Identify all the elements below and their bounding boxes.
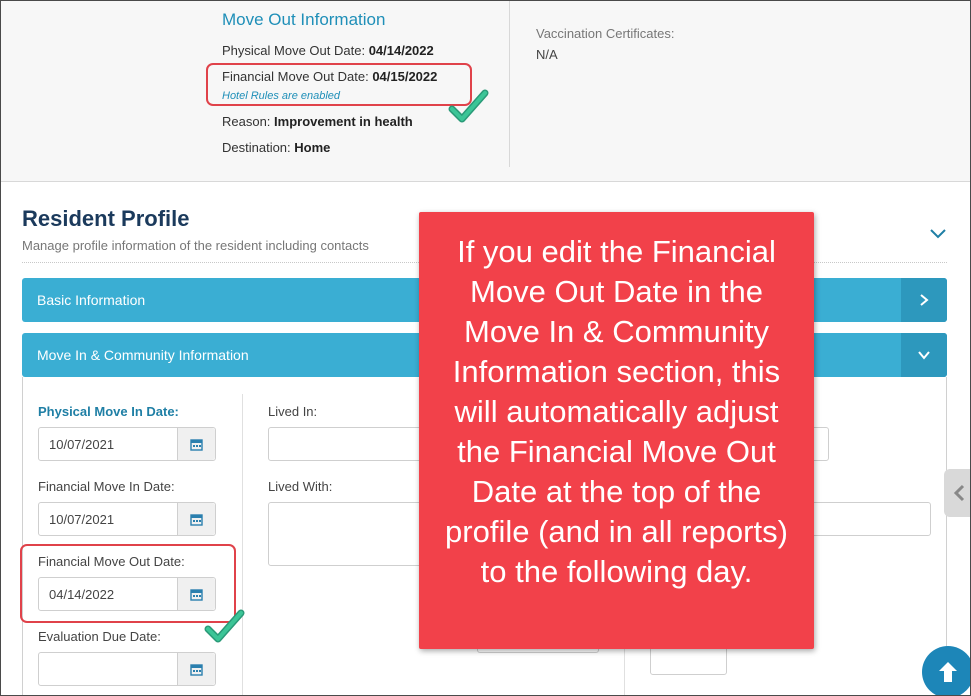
physical-move-out-label: Physical Move Out Date: (222, 43, 366, 58)
financial-move-in-input[interactable]: 10/07/2021 (38, 502, 216, 536)
side-panel-toggle[interactable] (944, 469, 970, 517)
chevron-left-icon (953, 484, 965, 502)
move-in-community-label: Move In & Community Information (37, 347, 249, 363)
financial-move-in-label: Financial Move In Date: (38, 479, 175, 494)
checkmark-icon (448, 89, 489, 123)
scroll-to-top-button[interactable] (922, 646, 970, 695)
lived-in-label: Lived In: (268, 404, 318, 419)
basic-information-label: Basic Information (37, 292, 146, 308)
financial-move-in-value: 10/07/2021 (49, 512, 115, 527)
physical-move-in-value: 10/07/2021 (49, 437, 115, 452)
basic-information-expand-button[interactable] (901, 278, 947, 322)
physical-move-in-input[interactable]: 10/07/2021 (38, 427, 216, 461)
move-in-community-collapse-button[interactable] (901, 333, 947, 377)
vaccination-label: Vaccination Certificates: (536, 26, 675, 41)
physical-move-in-calendar-button[interactable] (177, 428, 215, 460)
calendar-icon (190, 438, 203, 451)
evaluation-due-label: Evaluation Due Date: (38, 629, 161, 644)
reason-label: Reason: (222, 114, 271, 129)
chevron-down-icon[interactable] (928, 223, 948, 243)
column-divider (242, 394, 243, 695)
physical-move-out-value: 04/14/2022 (368, 43, 434, 58)
reason-line: Reason: Improvement in health (222, 114, 413, 129)
lived-with-textarea[interactable] (268, 502, 438, 566)
reason-value: Improvement in health (274, 114, 413, 129)
evaluation-due-input[interactable] (38, 652, 216, 686)
chevron-right-icon (920, 294, 929, 306)
arrow-up-icon (939, 662, 957, 682)
panel-divider (509, 1, 510, 167)
physical-move-in-label: Physical Move In Date: (38, 404, 179, 419)
financial-move-in-calendar-button[interactable] (177, 503, 215, 535)
highlight-financial-move-out-top (206, 63, 472, 106)
evaluation-due-calendar-button[interactable] (177, 653, 215, 685)
move-out-title: Move Out Information (222, 10, 386, 29)
checkmark-icon (204, 609, 245, 643)
calendar-icon (190, 663, 203, 676)
vaccination-value: N/A (536, 47, 558, 62)
screenshot-frame: Move Out Information Physical Move Out D… (0, 0, 971, 696)
annotation-callout: If you edit the Financial Move Out Date … (419, 212, 814, 649)
destination-line: Destination: Home (222, 140, 330, 155)
physical-move-out-line: Physical Move Out Date: 04/14/2022 (222, 43, 434, 58)
lived-in-input[interactable] (268, 427, 438, 461)
resident-profile-subtitle: Manage profile information of the reside… (22, 238, 369, 253)
lived-with-label: Lived With: (268, 479, 333, 494)
destination-value: Home (294, 140, 331, 155)
destination-label: Destination: (222, 140, 291, 155)
chevron-down-icon (918, 351, 930, 360)
resident-profile-title: Resident Profile (22, 206, 190, 231)
calendar-icon (190, 513, 203, 526)
